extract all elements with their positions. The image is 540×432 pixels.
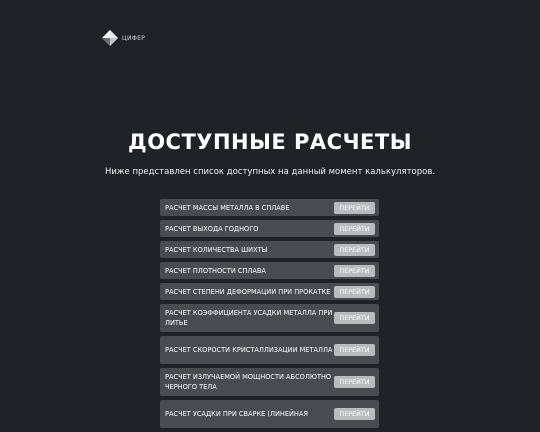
calculator-row-rolling-deformation: РАСЧЕТ СТЕПЕНИ ДЕФОРМАЦИИ ПРИ ПРОКАТКЕ П…: [160, 283, 379, 300]
calculator-row-alloy-density: РАСЧЕТ ПЛОТНОСТИ СПЛАВА ПЕРЕЙТИ: [160, 262, 379, 279]
go-button-yield[interactable]: ПЕРЕЙТИ: [334, 222, 375, 235]
go-button-metal-mass[interactable]: ПЕРЕЙТИ: [334, 201, 375, 214]
calculator-label: РАСЧЕТ УСАДКИ ПРИ СВАРКЕ (ЛИНЕЙНАЯ: [165, 410, 308, 418]
calculator-label: РАСЧЕТ СТЕПЕНИ ДЕФОРМАЦИИ ПРИ ПРОКАТКЕ: [165, 287, 331, 296]
go-button-charge-amount[interactable]: ПЕРЕЙТИ: [334, 243, 375, 256]
calculator-label: РАСЧЕТ ВЫХОДА ГОДНОГО: [165, 224, 259, 233]
calculator-label: РАСЧЕТ ИЗЛУЧАЕМОЙ МОЩНОСТИ АБСОЛЮТНО ЧЕР…: [165, 373, 332, 391]
calculator-label: РАСЧЕТ КОЛИЧЕСТВА ШИХТЫ: [165, 245, 268, 254]
go-button-alloy-density[interactable]: ПЕРЕЙТИ: [334, 264, 375, 277]
brand-logo[interactable]: ЦИФЕР: [101, 29, 145, 47]
calculator-row-crystallization-rate: РАСЧЕТ СКОРОСТИ КРИСТАЛЛИЗАЦИИ МЕТАЛЛА П…: [160, 336, 379, 364]
go-button-welding-shrinkage[interactable]: ПЕРЕЙТИ: [334, 408, 375, 420]
diamond-logo-icon: [102, 30, 118, 46]
calculator-row-metal-mass: РАСЧЕТ МАССЫ МЕТАЛЛА В СПЛАВЕ ПЕРЕЙТИ: [160, 199, 379, 216]
calculator-row-charge-amount: РАСЧЕТ КОЛИЧЕСТВА ШИХТЫ ПЕРЕЙТИ: [160, 241, 379, 258]
calculator-row-casting-shrinkage: РАСЧЕТ КОЭФФИЦИЕНТА УСАДКИ МЕТАЛЛА ПРИ Л…: [160, 304, 379, 332]
calculator-row-blackbody-power: РАСЧЕТ ИЗЛУЧАЕМОЙ МОЩНОСТИ АБСОЛЮТНО ЧЕР…: [160, 368, 379, 396]
go-button-blackbody-power[interactable]: ПЕРЕЙТИ: [334, 376, 375, 388]
go-button-rolling-deformation[interactable]: ПЕРЕЙТИ: [334, 285, 375, 298]
go-button-crystallization-rate[interactable]: ПЕРЕЙТИ: [334, 344, 375, 356]
calculator-label: РАСЧЕТ ПЛОТНОСТИ СПЛАВА: [165, 266, 266, 275]
calculator-label: РАСЧЕТ КОЭФФИЦИЕНТА УСАДКИ МЕТАЛЛА ПРИ Л…: [165, 309, 333, 327]
calculator-row-yield: РАСЧЕТ ВЫХОДА ГОДНОГО ПЕРЕЙТИ: [160, 220, 379, 237]
calculator-label: РАСЧЕТ СКОРОСТИ КРИСТАЛЛИЗАЦИИ МЕТАЛЛА: [165, 346, 333, 354]
calculator-list: РАСЧЕТ МАССЫ МЕТАЛЛА В СПЛАВЕ ПЕРЕЙТИ РА…: [160, 199, 379, 432]
page-title: ДОСТУПНЫЕ РАСЧЕТЫ: [127, 130, 412, 154]
calculator-label: РАСЧЕТ МАССЫ МЕТАЛЛА В СПЛАВЕ: [165, 203, 290, 212]
page-subtitle: Ниже представлен список доступных на дан…: [104, 167, 436, 177]
brand-name: ЦИФЕР: [122, 34, 146, 42]
calculator-row-welding-shrinkage: РАСЧЕТ УСАДКИ ПРИ СВАРКЕ (ЛИНЕЙНАЯ ПЕРЕЙ…: [160, 400, 379, 428]
go-button-casting-shrinkage[interactable]: ПЕРЕЙТИ: [334, 312, 375, 324]
